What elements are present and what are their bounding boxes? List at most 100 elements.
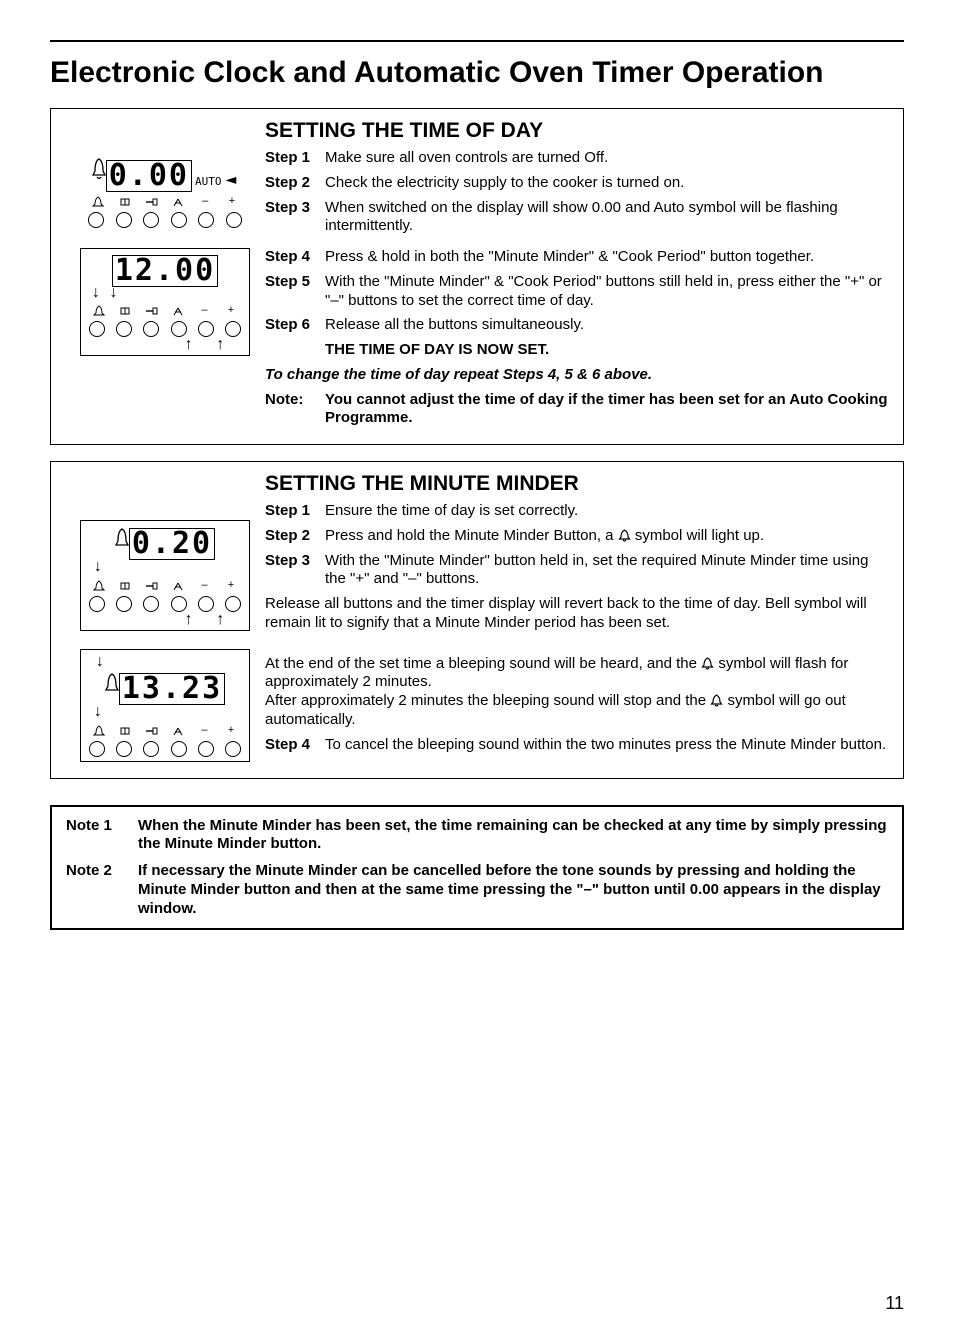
timer-button: [116, 321, 132, 337]
bell-icon: [701, 657, 714, 670]
bell-icon: [105, 672, 119, 698]
step-label: Step 2: [265, 174, 325, 193]
clock-icon: [168, 305, 188, 320]
bell-icon: [92, 155, 106, 185]
timer-button: [198, 741, 214, 757]
note-1-text: When the Minute Minder has been set, the…: [138, 817, 888, 855]
timer-button: [171, 596, 187, 612]
note-2-label: Note 2: [66, 862, 138, 918]
stop-time-icon: [142, 196, 162, 211]
time-now-set: THE TIME OF DAY IS NOW SET.: [325, 341, 889, 360]
arrow-down-icon: ↓: [109, 285, 119, 301]
heading-time-of-day: SETTING THE TIME OF DAY: [265, 119, 889, 143]
timer-button: [171, 321, 187, 337]
release-paragraph: Release all buttons and the timer displa…: [265, 595, 889, 633]
timer-button: [116, 212, 132, 228]
panel-setting-time: SETTING THE TIME OF DAY 0.00 AUTO ◄: [50, 108, 904, 445]
timer-graphic-3: 0.20 ↓ – +: [80, 520, 250, 631]
timer-button: [226, 212, 242, 228]
timer-graphic-4: ↓ 13.23 ↓ – +: [80, 649, 250, 762]
timer-button: [225, 741, 241, 757]
arrow-down-icon: ↓: [93, 558, 103, 576]
text-part: After approximately 2 minutes the bleepi…: [265, 692, 710, 709]
note-1-label: Note 1: [66, 817, 138, 855]
timer-button: [171, 212, 187, 228]
arrow-up-icon: ↑: [215, 612, 225, 628]
lcd-display-1: 0.00: [109, 161, 189, 191]
heading-minute-minder: SETTING THE MINUTE MINDER: [265, 472, 889, 496]
step-label: Step 3: [265, 199, 325, 237]
repeat-steps: To change the time of day repeat Steps 4…: [265, 366, 889, 385]
step-text: Press & hold in both the "Minute Minder"…: [325, 248, 889, 267]
timer-button: [198, 596, 214, 612]
lcd-display-4: 13.23: [122, 674, 222, 704]
plus-icon: +: [222, 196, 242, 211]
timer-button: [143, 212, 159, 228]
arrow-down-icon: ↓: [93, 703, 103, 721]
text-part: At the end of the set time a bleeping so…: [265, 655, 701, 672]
lcd-display-3: 0.20: [132, 529, 212, 559]
bell-icon: [89, 725, 109, 740]
plus-icon: +: [221, 725, 241, 740]
top-rule: [50, 40, 904, 42]
step-text-part: symbol will light up.: [635, 527, 764, 544]
minus-icon: –: [195, 196, 215, 211]
timer-button: [143, 741, 159, 757]
plus-icon: +: [221, 580, 241, 595]
timer-button: [225, 321, 241, 337]
note-2-text: If necessary the Minute Minder can be ca…: [138, 862, 888, 918]
timer-button: [116, 596, 132, 612]
step-label: Step 1: [265, 502, 325, 521]
arrow-down-icon: ↓: [91, 285, 101, 301]
clock-icon: [168, 725, 188, 740]
timer-graphic-2: 12.00 ↓ ↓ – +: [80, 248, 250, 356]
cook-period-icon: [115, 725, 135, 740]
step-text: When switched on the display will show 0…: [325, 199, 889, 237]
note-label: Note:: [265, 391, 325, 429]
timer-button: [88, 212, 104, 228]
bell-icon: [89, 305, 109, 320]
minus-icon: –: [195, 305, 215, 320]
timer-button: [198, 321, 214, 337]
end-paragraph: At the end of the set time a bleeping so…: [265, 655, 889, 730]
timer-button: [116, 741, 132, 757]
step-label: Step 4: [265, 736, 325, 755]
timer-button: [143, 321, 159, 337]
step-text: Ensure the time of day is set correctly.: [325, 502, 889, 521]
arrow-up-icon: ↑: [184, 337, 194, 353]
bell-icon: [115, 527, 129, 553]
step-label: Step 1: [265, 149, 325, 168]
step-text: Press and hold the Minute Minder Button,…: [325, 527, 889, 546]
bell-icon: [710, 694, 723, 707]
step-label: Step 3: [265, 552, 325, 590]
timer-button: [89, 741, 105, 757]
step-label: Step 5: [265, 273, 325, 311]
auto-indicator: AUTO: [195, 176, 222, 187]
step-label: Step 6: [265, 316, 325, 335]
step-text: With the "Minute Minder" & "Cook Period"…: [325, 273, 889, 311]
timer-button: [143, 596, 159, 612]
arrow-up-icon: ↑: [184, 612, 194, 628]
minus-icon: –: [195, 580, 215, 595]
cook-period-icon: [115, 580, 135, 595]
step-label: Step 4: [265, 248, 325, 267]
step-text: Release all the buttons simultaneously.: [325, 316, 889, 335]
timer-button: [89, 321, 105, 337]
step-text: To cancel the bleeping sound within the …: [325, 736, 889, 755]
arrow-down-icon: ↓: [95, 654, 105, 670]
page-title: Electronic Clock and Automatic Oven Time…: [50, 56, 904, 90]
timer-button: [171, 741, 187, 757]
step-text: With the "Minute Minder" button held in,…: [325, 552, 889, 590]
timer-button: [198, 212, 214, 228]
page-number: 11: [885, 1293, 904, 1314]
stop-time-icon: [142, 305, 162, 320]
timer-graphic-1: 0.00 AUTO ◄ – +: [80, 149, 250, 232]
clock-icon: [168, 196, 188, 211]
clock-icon: [168, 580, 188, 595]
cook-period-icon: [115, 196, 135, 211]
panel-footer-notes: Note 1 When the Minute Minder has been s…: [50, 805, 904, 931]
stop-time-icon: [142, 725, 162, 740]
arrow-up-icon: ↑: [215, 337, 225, 353]
cook-period-icon: [115, 305, 135, 320]
bell-icon: [618, 529, 631, 542]
